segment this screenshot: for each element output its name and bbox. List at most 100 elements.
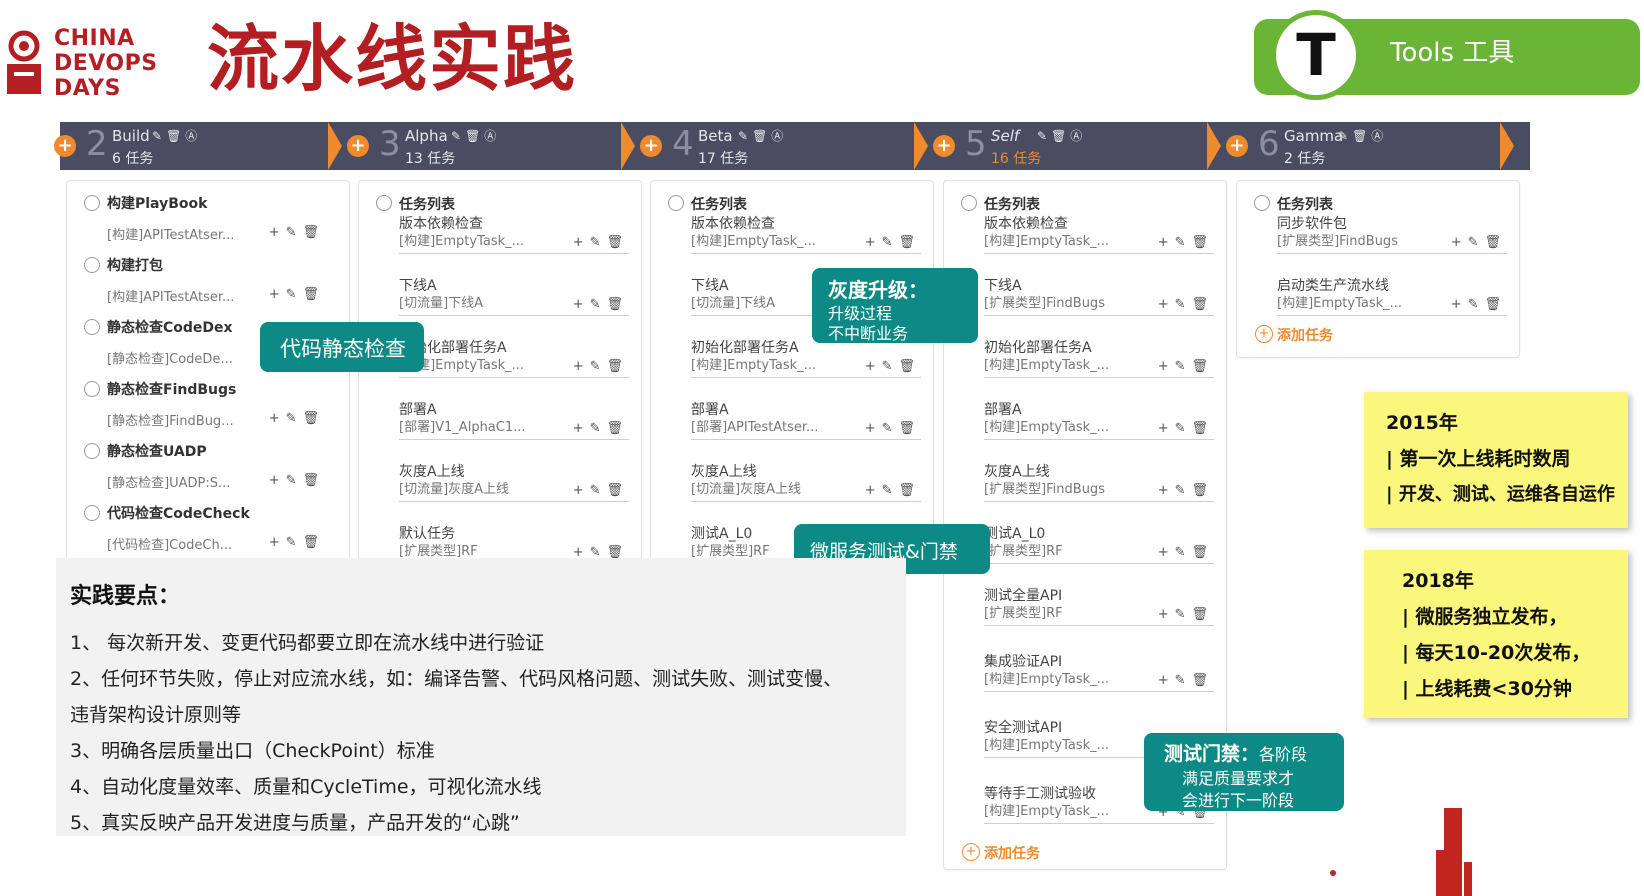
add-stage-icon[interactable]: +: [54, 135, 76, 157]
edit-icon[interactable]: ✎: [1338, 129, 1352, 143]
task-actions[interactable]: +✎🗑: [865, 235, 921, 250]
logo-line-china: CHINA: [54, 26, 135, 51]
list-item[interactable]: [代码检查]CodeCh... +✎🗑: [85, 530, 339, 561]
task-actions[interactable]: +✎🗑: [269, 535, 325, 550]
edit-icon[interactable]: ✎: [738, 129, 752, 143]
stage-name: Self: [991, 127, 1020, 145]
user-icon[interactable]: Ⓐ: [185, 129, 201, 143]
stage-chevron-icon: [1500, 122, 1514, 170]
list-item[interactable]: 测试A_L0[扩展类型]RF+✎🗑: [962, 515, 1226, 577]
list-item[interactable]: 版本依赖检查 [构建]EmptyTask_... +✎🗑: [669, 205, 933, 267]
stage-tools[interactable]: ✎🗑Ⓐ: [451, 127, 500, 144]
stage-number: 3: [379, 124, 401, 164]
edit-icon[interactable]: ✎: [152, 129, 166, 143]
delete-icon[interactable]: 🗑: [166, 129, 185, 143]
delete-icon[interactable]: 🗑: [1352, 129, 1371, 143]
list-item[interactable]: 下线A [扩展类型]FindBugs +✎🗑: [962, 267, 1226, 329]
list-item[interactable]: 灰度A上线 [扩展类型]FindBugs +✎🗑: [962, 453, 1226, 515]
task-actions[interactable]: +✎🗑: [1158, 359, 1214, 374]
task-actions[interactable]: +✎🗑: [573, 297, 629, 312]
list-item[interactable]: 集成验证API [构建]EmptyTask_... +✎🗑: [962, 643, 1226, 709]
list-item[interactable]: 同步软件包 [扩展类型]FindBugs +✎🗑: [1255, 205, 1519, 267]
task-actions[interactable]: +✎🗑: [1158, 297, 1214, 312]
delete-icon[interactable]: 🗑: [752, 129, 771, 143]
tools-label: Tools 工具: [1390, 38, 1515, 68]
sticky-note-2018: 2018年 | 微服务独立发布， | 每天10-20次发布， | 上线耗费<30…: [1364, 550, 1628, 718]
stage-build[interactable]: + 2 Build 6 任务 ✎🗑Ⓐ: [54, 122, 350, 170]
user-icon[interactable]: Ⓐ: [1371, 129, 1387, 143]
list-item[interactable]: 部署A [部署]APITestAtser... +✎🗑: [669, 391, 933, 453]
add-task-button[interactable]: + 添加任务: [1255, 319, 1519, 351]
task-actions[interactable]: +✎🗑: [1158, 235, 1214, 250]
stage-name: Build: [112, 127, 150, 145]
list-item[interactable]: 版本依赖检查 [构建]EmptyTask_... +✎🗑: [377, 205, 641, 267]
task-actions[interactable]: +✎🗑: [1158, 421, 1214, 436]
task-actions[interactable]: +✎🗑: [1158, 607, 1214, 622]
list-item[interactable]: [静态检查]FindBug... +✎🗑: [85, 406, 339, 437]
task-actions[interactable]: +✎🗑: [1158, 483, 1214, 498]
task-actions[interactable]: +✎🗑: [1451, 235, 1507, 250]
stage-tools[interactable]: ✎🗑Ⓐ: [1037, 127, 1086, 144]
practice-point-1: 1、 每次新开发、变更代码都要立即在流水线中进行验证: [70, 632, 545, 654]
stage-tools[interactable]: ✎🗑Ⓐ: [152, 127, 201, 144]
stage-gamma[interactable]: + 6 Gamma 2 任务 ✎🗑Ⓐ: [1226, 122, 1522, 170]
list-item[interactable]: 构建PlayBook: [84, 189, 339, 220]
callout-test-gate: 测试门禁：各阶段 满足质量要求才 会进行下一阶段: [1144, 733, 1344, 811]
add-stage-icon[interactable]: +: [1226, 135, 1248, 157]
task-actions[interactable]: +✎🗑: [269, 473, 325, 488]
delete-icon[interactable]: 🗑: [465, 129, 484, 143]
practice-title: 实践要点：: [70, 584, 181, 609]
task-actions[interactable]: +✎🗑: [573, 483, 629, 498]
list-item[interactable]: 静态检查UADP: [84, 437, 339, 468]
task-actions[interactable]: +✎🗑: [865, 483, 921, 498]
add-task-button[interactable]: + 添加任务: [962, 837, 1226, 869]
task-actions[interactable]: +✎🗑: [865, 421, 921, 436]
decorative-bar: [1444, 808, 1462, 896]
user-icon[interactable]: Ⓐ: [484, 129, 500, 143]
list-item[interactable]: 部署A [部署]V1_AlphaC1... +✎🗑: [377, 391, 641, 453]
add-stage-icon[interactable]: +: [933, 135, 955, 157]
stage-task-count: 6 任务: [112, 151, 154, 167]
task-actions[interactable]: +✎🗑: [269, 287, 325, 302]
task-actions[interactable]: +✎🗑: [573, 359, 629, 374]
list-item[interactable]: 灰度A上线 [切流量]灰度A上线 +✎🗑: [377, 453, 641, 515]
delete-icon[interactable]: 🗑: [1051, 129, 1070, 143]
task-actions[interactable]: +✎🗑: [1451, 297, 1507, 312]
task-actions[interactable]: +✎🗑: [269, 411, 325, 426]
task-actions[interactable]: +✎🗑: [865, 359, 921, 374]
list-item[interactable]: [构建]APITestAtser... +✎🗑: [85, 220, 339, 251]
list-item[interactable]: [静态检查]UADP:S... +✎🗑: [85, 468, 339, 499]
edit-icon[interactable]: ✎: [451, 129, 465, 143]
task-actions[interactable]: +✎🗑: [573, 421, 629, 436]
sticky-note-2015: 2015年 | 第一次上线耗时数周 | 开发、测试、运维各自运作: [1364, 392, 1628, 528]
list-item[interactable]: 构建打包: [84, 251, 339, 282]
task-actions[interactable]: +✎🗑: [573, 235, 629, 250]
list-item[interactable]: 部署A [构建]EmptyTask_... +✎🗑: [962, 391, 1226, 453]
list-item[interactable]: 静态检查FindBugs: [84, 375, 339, 406]
stage-number: 6: [1258, 124, 1280, 164]
decorative-bar: [1464, 862, 1472, 896]
stage-chevron-icon: [621, 122, 635, 170]
stage-alpha[interactable]: + 3 Alpha 13 任务 ✎🗑Ⓐ: [347, 122, 643, 170]
list-item[interactable]: 测试全量API [扩展类型]RF +✎🗑: [962, 577, 1226, 643]
stage-chevron-icon: [328, 122, 342, 170]
task-actions[interactable]: +✎🗑: [1158, 673, 1214, 688]
add-stage-icon[interactable]: +: [640, 135, 662, 157]
stage-tools[interactable]: ✎🗑Ⓐ: [1338, 127, 1387, 144]
stage-tools[interactable]: ✎🗑Ⓐ: [738, 127, 787, 144]
list-item[interactable]: 代码检查CodeCheck: [84, 499, 339, 530]
add-stage-icon[interactable]: +: [347, 135, 369, 157]
list-item[interactable]: 版本依赖检查 [构建]EmptyTask_... +✎🗑: [962, 205, 1226, 267]
list-item[interactable]: 下线A[切流量]下线A+✎🗑: [377, 267, 641, 329]
stage-beta[interactable]: + 4 Beta 17 任务 ✎🗑Ⓐ: [640, 122, 936, 170]
list-item[interactable]: 灰度A上线 [切流量]灰度A上线 +✎🗑: [669, 453, 933, 515]
list-item[interactable]: [构建]APITestAtser... +✎🗑: [85, 282, 339, 313]
stage-number: 2: [86, 124, 108, 164]
list-item[interactable]: 初始化部署任务A [构建]EmptyTask_... +✎🗑: [962, 329, 1226, 391]
stage-self[interactable]: + 5 Self 16 任务 ✎🗑Ⓐ: [933, 122, 1229, 170]
user-icon[interactable]: Ⓐ: [771, 129, 787, 143]
task-actions[interactable]: +✎🗑: [269, 225, 325, 240]
user-icon[interactable]: Ⓐ: [1070, 129, 1086, 143]
edit-icon[interactable]: ✎: [1037, 129, 1051, 143]
task-actions[interactable]: +✎🗑: [1158, 545, 1214, 560]
